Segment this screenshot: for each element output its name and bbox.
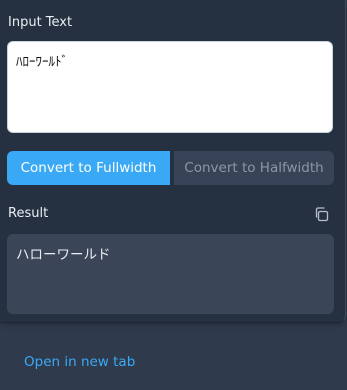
input-text-label: Input Text xyxy=(8,15,73,30)
copy-icon[interactable] xyxy=(313,206,330,223)
convert-to-fullwidth-button[interactable]: Convert to Fullwidth xyxy=(7,151,170,185)
convert-to-halfwidth-button[interactable]: Convert to Halfwidth xyxy=(174,151,334,185)
input-text-area[interactable]: ﾊﾛｰﾜｰﾙﾄﾞ xyxy=(7,41,333,133)
open-in-new-tab-link[interactable]: Open in new tab xyxy=(24,354,135,370)
result-label: Result xyxy=(8,206,49,221)
result-output: ハローワールド xyxy=(7,234,334,314)
conversion-mode-toggle: Convert to Fullwidth Convert to Halfwidt… xyxy=(7,151,334,185)
converter-panel: Input Text ﾊﾛｰﾜｰﾙﾄﾞ Convert to Fullwidth… xyxy=(0,0,346,323)
